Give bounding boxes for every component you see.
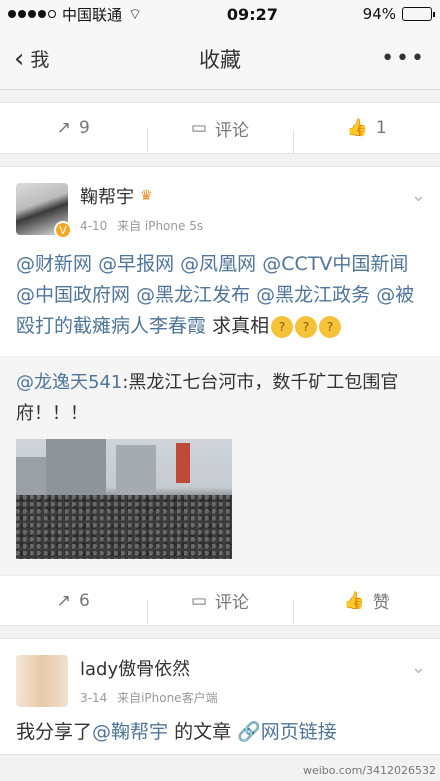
avatar[interactable] <box>16 655 68 707</box>
author-name[interactable]: lady傲骨依然 <box>80 655 190 681</box>
comment-icon: ▭ <box>190 590 208 611</box>
retweeted-post[interactable]: @龙逸天541:黑龙江七台河市，数千矿工包围官府！！！ <box>0 356 440 575</box>
signal-icon <box>8 10 56 18</box>
post-text-prefix: 我分享了 <box>16 721 93 743</box>
mention[interactable]: @黑龙江发布 <box>136 284 250 306</box>
thumbs-up-icon: 👍 <box>346 118 368 138</box>
mention[interactable]: @黑龙江政务 <box>256 284 370 306</box>
post-card[interactable]: lady傲骨依然 3-14 来自iPhone客户端 ⌄ 我分享了@鞠帮宇 的文章… <box>0 638 440 755</box>
avatar[interactable]: V <box>16 183 72 239</box>
post-photo[interactable] <box>16 439 232 559</box>
like-label: 赞 <box>372 593 390 613</box>
navigation-bar: ‹ 我 收藏 ••• <box>0 28 440 90</box>
web-link[interactable]: 网页链接 <box>261 721 337 743</box>
chevron-left-icon: ‹ <box>14 43 25 74</box>
battery-percent: 94% <box>362 5 396 23</box>
mention[interactable]: @中国政府网 <box>16 284 130 306</box>
post-date: 3-14 <box>80 691 108 705</box>
more-icon: ••• <box>381 46 426 71</box>
comment-button[interactable]: ▭ 评论 <box>146 116 294 152</box>
mention[interactable]: @鞠帮宇 <box>92 721 168 743</box>
like-button[interactable]: 👍 1 <box>293 118 440 154</box>
mention[interactable]: @凤凰网 <box>180 253 256 275</box>
like-count: 1 <box>375 118 387 138</box>
page-title: 收藏 <box>199 47 241 72</box>
status-bar: 中国联通 ⌔ 09:27 94% <box>0 0 440 28</box>
thumbs-up-icon: 👍 <box>343 590 365 611</box>
battery-area: 94% <box>362 5 435 23</box>
post-meta: 3-14 来自iPhone客户端 <box>80 689 218 706</box>
repost-author[interactable]: @龙逸天541 <box>16 372 122 393</box>
carrier-label: 中国联通 <box>62 5 123 24</box>
post-text: 我分享了@鞠帮宇 的文章 🔗网页链接 <box>0 707 440 754</box>
post-date: 4-10 <box>80 219 108 233</box>
repost-button[interactable]: ↗ 9 <box>0 118 147 138</box>
post-actions: ↗ 9 ▭ 评论 👍 1 <box>0 103 440 154</box>
repost-count: 6 <box>79 590 90 611</box>
mention[interactable]: @财新网 <box>16 253 92 275</box>
post-header: lady傲骨依然 3-14 来自iPhone客户端 ⌄ <box>0 639 440 707</box>
repost-button[interactable]: ↗ 6 <box>0 591 147 611</box>
clock: 09:27 <box>226 4 278 24</box>
comment-label: 评论 <box>215 593 250 613</box>
carrier-area: 中国联通 ⌔ <box>8 4 142 25</box>
battery-icon <box>402 7 435 21</box>
wifi-icon: ⌔ <box>128 4 143 23</box>
emoji-icon: ? <box>295 315 318 338</box>
repost-count: 9 <box>79 118 90 138</box>
post-source: 来自 iPhone 5s <box>117 219 204 233</box>
more-button[interactable]: ••• <box>381 46 426 71</box>
mention[interactable]: @CCTV中国新闻 <box>262 253 408 275</box>
member-crown-icon: ♛ <box>140 188 153 204</box>
post-partial: ↗ 9 ▭ 评论 👍 1 <box>0 102 440 154</box>
comment-icon: ▭ <box>190 118 208 138</box>
mention[interactable]: @早报网 <box>98 253 174 275</box>
back-label: 我 <box>30 49 50 71</box>
repost-icon: ↗ <box>56 118 72 138</box>
post-header: V 鞠帮宇 ♛ 4-10 来自 iPhone 5s ⌄ <box>0 167 440 239</box>
chevron-down-icon[interactable]: ⌄ <box>411 657 426 678</box>
like-button[interactable]: 👍 赞 <box>293 588 440 624</box>
post-meta: 4-10 来自 iPhone 5s <box>80 217 203 234</box>
watermark: weibo.com/3412026532 <box>302 764 436 777</box>
chevron-down-icon[interactable]: ⌄ <box>411 185 426 206</box>
emoji-icon: ? <box>271 315 294 338</box>
repost-icon: ↗ <box>56 590 72 611</box>
post-text-mid: 的文章 <box>168 721 238 743</box>
emoji-icon: ? <box>319 315 342 338</box>
post-source: 来自iPhone客户端 <box>117 691 218 705</box>
post-text-tail: 求真相 <box>212 315 270 337</box>
post-actions: ↗ 6 ▭ 评论 👍 赞 <box>0 575 440 625</box>
verified-icon: V <box>54 221 72 239</box>
comment-label: 评论 <box>215 120 250 141</box>
back-button[interactable]: ‹ 我 <box>14 44 49 74</box>
post-card[interactable]: V 鞠帮宇 ♛ 4-10 来自 iPhone 5s ⌄ @财新网 @早报网 @凤… <box>0 166 440 626</box>
link-icon: 🔗 <box>237 721 261 743</box>
post-text: @财新网 @早报网 @凤凰网 @CCTV中国新闻 @中国政府网 @黑龙江发布 @… <box>0 235 440 342</box>
comment-button[interactable]: ▭ 评论 <box>146 588 294 624</box>
author-name[interactable]: 鞠帮宇 <box>80 183 134 209</box>
